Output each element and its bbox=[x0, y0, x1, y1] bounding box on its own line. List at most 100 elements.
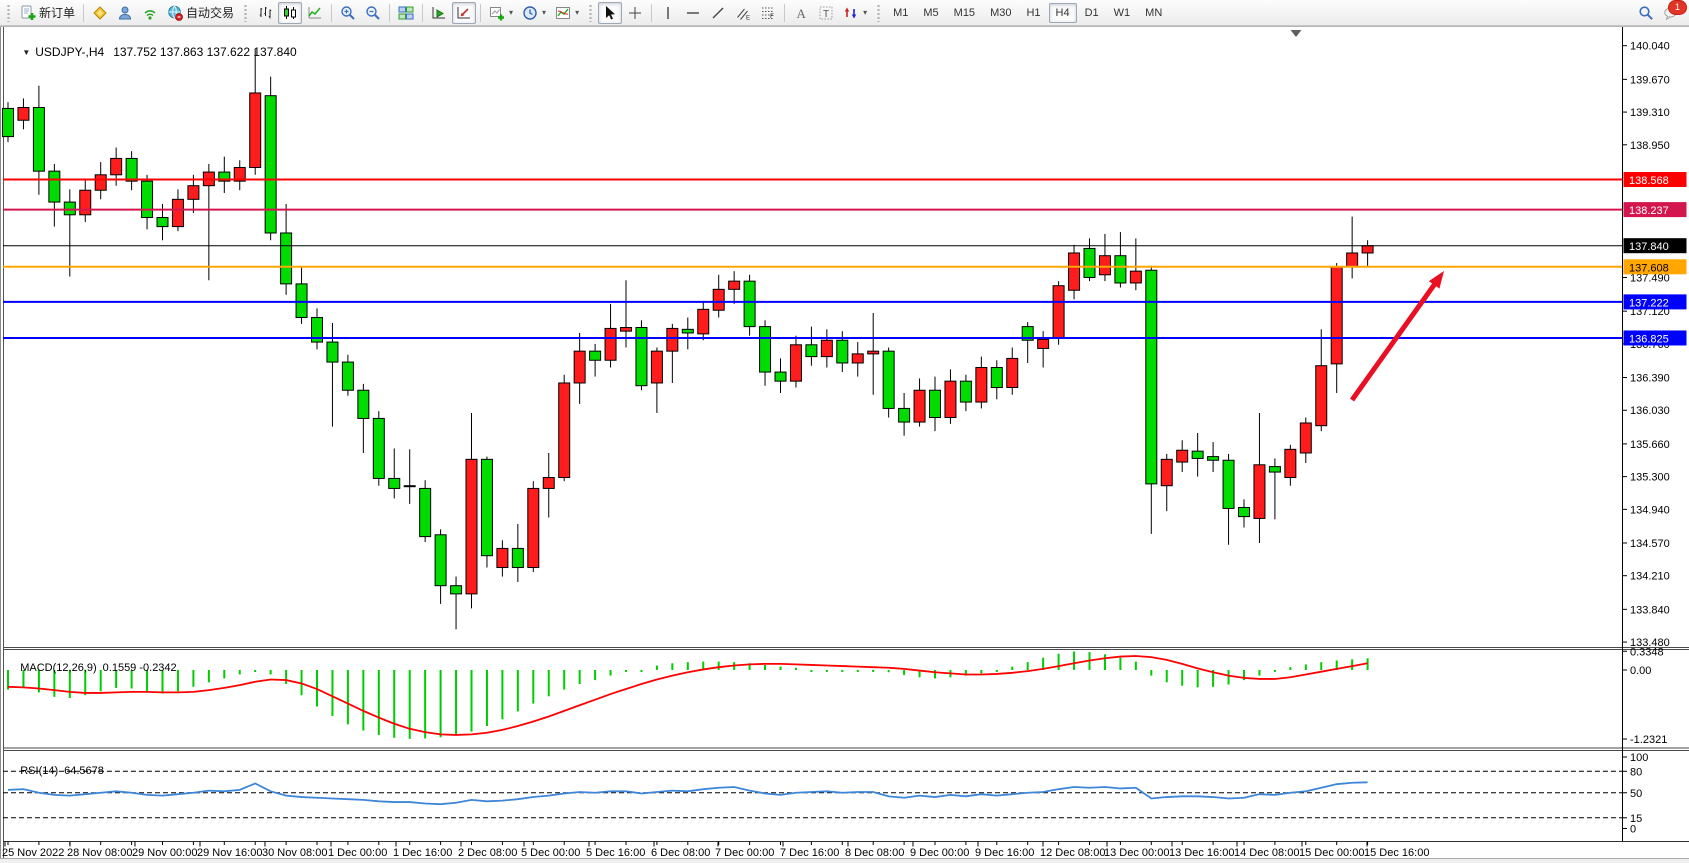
candle bbox=[172, 199, 183, 226]
svg-text:7 Dec 16:00: 7 Dec 16:00 bbox=[780, 847, 839, 859]
toolbar-grip[interactable] bbox=[243, 4, 248, 22]
candle bbox=[481, 459, 492, 555]
toolbar-grip[interactable] bbox=[6, 4, 11, 22]
candle bbox=[80, 190, 91, 215]
timeframe-mn-button[interactable]: MN bbox=[1138, 3, 1169, 23]
tile-windows-button[interactable] bbox=[394, 2, 418, 24]
candle bbox=[621, 328, 632, 332]
notification-count-badge: 1 bbox=[1668, 0, 1687, 15]
vertical-line-tool-button[interactable] bbox=[656, 2, 680, 24]
zoom-in-button[interactable] bbox=[336, 2, 360, 24]
candle bbox=[976, 368, 987, 403]
svg-text:0: 0 bbox=[1630, 824, 1636, 836]
candle bbox=[95, 175, 106, 190]
channel-tool-button[interactable]: E bbox=[731, 2, 755, 24]
macd-name: MACD(12,26,9) bbox=[20, 662, 96, 674]
timeframe-m15-button[interactable]: M15 bbox=[947, 3, 982, 23]
trend-arrow[interactable] bbox=[1352, 271, 1444, 400]
candle bbox=[574, 351, 585, 383]
separator bbox=[331, 4, 332, 22]
candle-chart-button[interactable] bbox=[278, 2, 302, 24]
candle bbox=[373, 418, 384, 478]
toolbar-grip[interactable] bbox=[588, 4, 593, 22]
svg-text:134.210: 134.210 bbox=[1630, 571, 1670, 583]
profile-button[interactable] bbox=[113, 2, 137, 24]
timeframe-h1-button[interactable]: H1 bbox=[1019, 3, 1047, 23]
candlestick-icon bbox=[282, 5, 298, 21]
symbol-period-label: USDJPY-,H4 bbox=[35, 45, 104, 59]
fibonacci-icon: F bbox=[760, 5, 776, 21]
text-icon: A bbox=[793, 5, 809, 21]
rsi-indicator-label: RSI(14)64.5678 bbox=[8, 753, 104, 789]
candle bbox=[1053, 286, 1064, 339]
candle bbox=[1331, 267, 1342, 364]
globe-icon bbox=[167, 5, 183, 21]
candle bbox=[528, 488, 539, 567]
periods-button[interactable]: ▾ bbox=[518, 2, 550, 24]
rsi-values: 64.5678 bbox=[64, 765, 104, 777]
candle bbox=[1300, 423, 1311, 453]
candle bbox=[729, 281, 740, 289]
svg-text:13 Dec 00:00: 13 Dec 00:00 bbox=[1104, 847, 1169, 859]
label-tool-button[interactable]: T bbox=[814, 2, 838, 24]
candle bbox=[682, 329, 693, 333]
candle bbox=[3, 108, 14, 136]
timeframe-m5-button[interactable]: M5 bbox=[916, 3, 945, 23]
line-chart-icon bbox=[307, 5, 323, 21]
svg-text:9 Dec 00:00: 9 Dec 00:00 bbox=[910, 847, 969, 859]
toolbar-grip[interactable] bbox=[876, 4, 881, 22]
text-tool-button[interactable]: A bbox=[789, 2, 813, 24]
horizontal-lines[interactable] bbox=[3, 177, 1642, 340]
svg-text:138.568: 138.568 bbox=[1629, 175, 1669, 187]
horizontal-line-tool-button[interactable] bbox=[681, 2, 705, 24]
timeframe-w1-button[interactable]: W1 bbox=[1107, 3, 1138, 23]
chart-canvas[interactable]: 140.040139.670139.310138.950137.490137.1… bbox=[0, 0, 1689, 863]
candle bbox=[18, 108, 29, 121]
timeframe-m1-button[interactable]: M1 bbox=[886, 3, 915, 23]
symbol-dropdown-icon[interactable]: ▼ bbox=[22, 48, 30, 57]
fibonacci-tool-button[interactable]: F bbox=[756, 2, 780, 24]
search-button[interactable] bbox=[1634, 2, 1658, 24]
arrows-tool-button[interactable]: ▾ bbox=[839, 2, 871, 24]
candle bbox=[1084, 248, 1095, 277]
auto-scroll-button[interactable] bbox=[427, 2, 451, 24]
zoom-out-icon bbox=[365, 5, 381, 21]
price-badges: 138.568138.237137.608137.222136.825137.8… bbox=[1624, 172, 1687, 345]
time-axis: 25 Nov 202228 Nov 08:0029 Nov 00:0029 No… bbox=[2, 842, 1429, 860]
signals-button[interactable] bbox=[138, 2, 162, 24]
quotes-button[interactable] bbox=[88, 2, 112, 24]
dropdown-caret-icon: ▾ bbox=[509, 8, 513, 17]
timeframe-m30-button[interactable]: M30 bbox=[983, 3, 1018, 23]
candle bbox=[991, 368, 1002, 388]
candle bbox=[142, 181, 153, 217]
timeframe-h4-button[interactable]: H4 bbox=[1049, 3, 1077, 23]
auto-trading-button[interactable]: 自动交易 bbox=[163, 2, 238, 24]
zoom-out-button[interactable] bbox=[361, 2, 385, 24]
cursor-button[interactable] bbox=[598, 2, 622, 24]
trendline-tool-button[interactable] bbox=[706, 2, 730, 24]
svg-text:5 Dec 00:00: 5 Dec 00:00 bbox=[521, 847, 580, 859]
candle bbox=[559, 383, 570, 478]
notifications-button[interactable]: 1 bbox=[1659, 2, 1683, 24]
candle bbox=[389, 478, 400, 488]
crosshair-button[interactable] bbox=[623, 2, 647, 24]
svg-text:134.940: 134.940 bbox=[1630, 504, 1670, 516]
bar-chart-button[interactable] bbox=[253, 2, 277, 24]
svg-text:T: T bbox=[823, 9, 829, 20]
indicators-button[interactable]: ▾ bbox=[551, 2, 583, 24]
chart-shift-button[interactable] bbox=[452, 2, 476, 24]
candle bbox=[1347, 253, 1358, 267]
new-chart-button[interactable]: ▾ bbox=[485, 2, 517, 24]
chart-shift-marker[interactable] bbox=[1291, 30, 1302, 37]
svg-text:30 Nov 08:00: 30 Nov 08:00 bbox=[262, 847, 327, 859]
candle bbox=[1069, 253, 1080, 290]
svg-text:28 Nov 08:00: 28 Nov 08:00 bbox=[67, 847, 132, 859]
candle bbox=[868, 351, 879, 354]
candle bbox=[1285, 449, 1296, 477]
candle bbox=[64, 202, 75, 215]
new-order-button[interactable]: 新订单 bbox=[16, 2, 79, 24]
cursor-icon bbox=[602, 5, 618, 21]
candle bbox=[1177, 450, 1188, 462]
line-chart-button[interactable] bbox=[303, 2, 327, 24]
timeframe-d1-button[interactable]: D1 bbox=[1078, 3, 1106, 23]
